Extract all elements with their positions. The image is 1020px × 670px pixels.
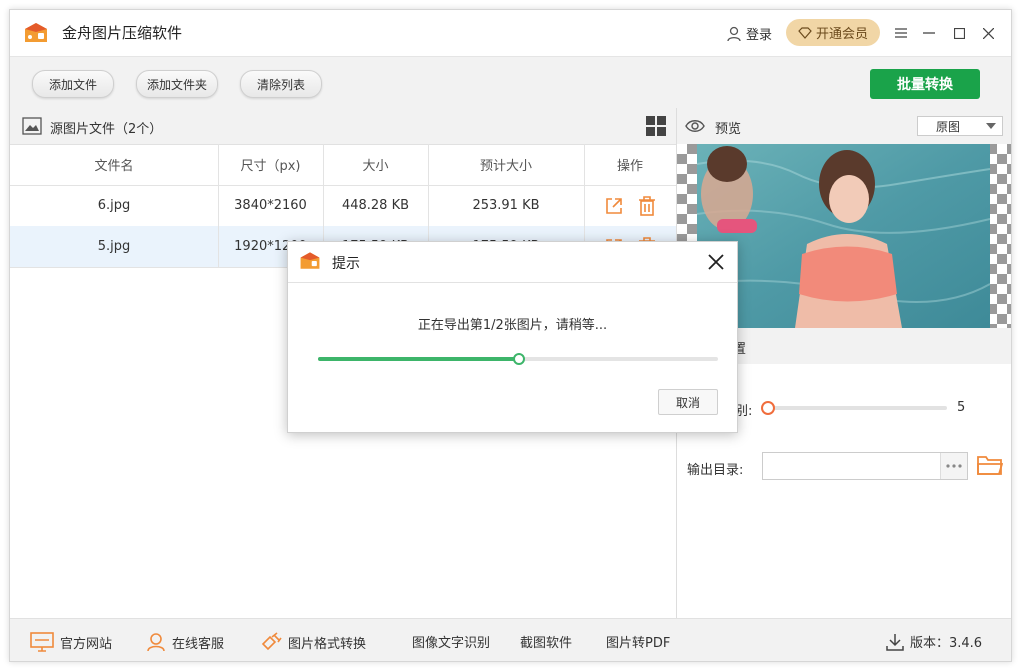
dialog-title: 提示 xyxy=(332,256,360,272)
close-button[interactable] xyxy=(977,22,999,44)
open-external-icon[interactable] xyxy=(604,196,624,216)
footer-link-label: 图片格式转换 xyxy=(288,636,367,652)
row-estimated-size: 253.91 KB xyxy=(428,185,585,226)
output-dir-label: 输出目录: xyxy=(687,463,744,478)
browse-button[interactable] xyxy=(940,453,967,479)
version-info: 版本：3.4.6 xyxy=(886,632,982,651)
footer-bar: 官方网站 在线客服 图片格式转换 图像文字识别 截图软件 图片转PDF 版本：3… xyxy=(10,618,1011,661)
footer-link-label: 图像文字识别 xyxy=(412,636,491,651)
table-header-row: 文件名 尺寸（px) 大小 预计大小 操作 xyxy=(10,144,676,186)
minimize-icon xyxy=(923,32,935,34)
footer-link-ocr[interactable]: 图像文字识别 xyxy=(412,632,490,651)
plugin-icon xyxy=(261,632,282,651)
footer-link-image-to-pdf[interactable]: 图片转PDF xyxy=(606,632,670,651)
export-progress-bar xyxy=(318,353,718,365)
menu-button[interactable] xyxy=(890,22,912,44)
column-header-actions: 操作 xyxy=(616,159,643,174)
row-actions xyxy=(584,185,676,226)
footer-link-format-convert[interactable]: 图片格式转换 xyxy=(260,632,366,652)
monitor-icon xyxy=(30,632,54,652)
footer-link-label: 图片转PDF xyxy=(606,636,671,651)
output-dir-field[interactable] xyxy=(762,452,968,480)
close-icon xyxy=(982,27,994,39)
maximize-icon xyxy=(953,27,965,39)
clear-list-button[interactable]: 清除列表 xyxy=(240,70,322,98)
quality-slider[interactable] xyxy=(761,401,947,415)
maximize-button[interactable] xyxy=(948,22,970,44)
image-icon xyxy=(22,117,42,135)
add-file-button[interactable]: 添加文件 xyxy=(32,70,114,98)
source-panel-title: 源图片文件（2个） xyxy=(50,122,163,137)
preview-mode-select[interactable]: 原图 xyxy=(917,116,1003,136)
title-bar: 金舟图片压缩软件 登录 开通会员 xyxy=(10,10,1011,56)
progress-dialog: 提示 正在导出第1/2张图片，请稍等... 取消 xyxy=(287,241,738,433)
column-header-estimated-size: 预计大小 xyxy=(428,144,585,185)
minimize-button[interactable] xyxy=(918,22,940,44)
app-window: 金舟图片压缩软件 登录 开通会员 添加文件 添加文件夹 清除列表 批量转换 源图… xyxy=(9,9,1012,662)
footer-link-label: 官方网站 xyxy=(60,636,113,652)
toolbar: 添加文件 添加文件夹 清除列表 批量转换 xyxy=(10,56,1011,110)
login-label: 登录 xyxy=(746,28,773,43)
footer-link-screenshot[interactable]: 截图软件 xyxy=(520,632,572,651)
support-agent-icon xyxy=(147,633,165,652)
user-icon xyxy=(727,26,741,41)
quality-slider-knob[interactable] xyxy=(761,401,775,415)
footer-link-website[interactable]: 官方网站 xyxy=(30,632,112,652)
column-header-filename: 文件名 xyxy=(10,144,219,185)
more-icon xyxy=(946,464,962,468)
app-logo-icon xyxy=(300,252,320,269)
footer-link-label: 截图软件 xyxy=(520,636,573,651)
eye-icon xyxy=(685,120,705,132)
quality-value: 5 xyxy=(957,400,966,415)
row-filename: 5.jpg xyxy=(10,226,219,267)
menu-icon xyxy=(895,28,907,38)
source-panel-header: 源图片文件（2个） xyxy=(10,108,676,145)
chevron-down-icon xyxy=(986,123,996,129)
cancel-button[interactable]: 取消 xyxy=(658,389,718,415)
version-label: 版本：3.4.6 xyxy=(910,636,983,651)
diamond-icon xyxy=(798,26,812,39)
vip-label: 开通会员 xyxy=(815,27,868,42)
row-dimensions: 3840*2160 xyxy=(218,185,324,226)
preview-header: 预览 原图 xyxy=(677,108,1011,145)
dialog-message: 正在导出第1/2张图片，请稍等... xyxy=(417,318,608,333)
vip-button[interactable]: 开通会员 xyxy=(786,19,880,46)
add-folder-button[interactable]: 添加文件夹 xyxy=(136,70,218,98)
close-icon[interactable] xyxy=(708,254,724,270)
login-link[interactable]: 登录 xyxy=(726,24,772,43)
footer-link-label: 在线客服 xyxy=(172,636,225,652)
preview-mode-value: 原图 xyxy=(936,119,961,134)
export-progress-fill xyxy=(318,357,518,361)
footer-link-support[interactable]: 在线客服 xyxy=(146,632,224,652)
column-header-size: 大小 xyxy=(323,144,429,185)
app-title: 金舟图片压缩软件 xyxy=(62,24,183,42)
preview-title: 预览 xyxy=(715,122,742,137)
folder-icon[interactable] xyxy=(977,454,1003,476)
delete-icon[interactable] xyxy=(638,195,656,216)
export-progress-knob xyxy=(513,353,525,365)
row-size: 448.28 KB xyxy=(323,185,429,226)
grid-view-icon[interactable] xyxy=(646,116,666,136)
app-logo-icon xyxy=(25,23,47,42)
column-header-dimensions: 尺寸（px) xyxy=(218,144,324,185)
table-row[interactable]: 6.jpg 3840*2160 448.28 KB 253.91 KB xyxy=(10,185,676,227)
dialog-header: 提示 xyxy=(288,242,737,283)
batch-convert-button[interactable]: 批量转换 xyxy=(870,69,980,99)
row-filename: 6.jpg xyxy=(10,185,219,226)
download-icon xyxy=(886,633,904,651)
